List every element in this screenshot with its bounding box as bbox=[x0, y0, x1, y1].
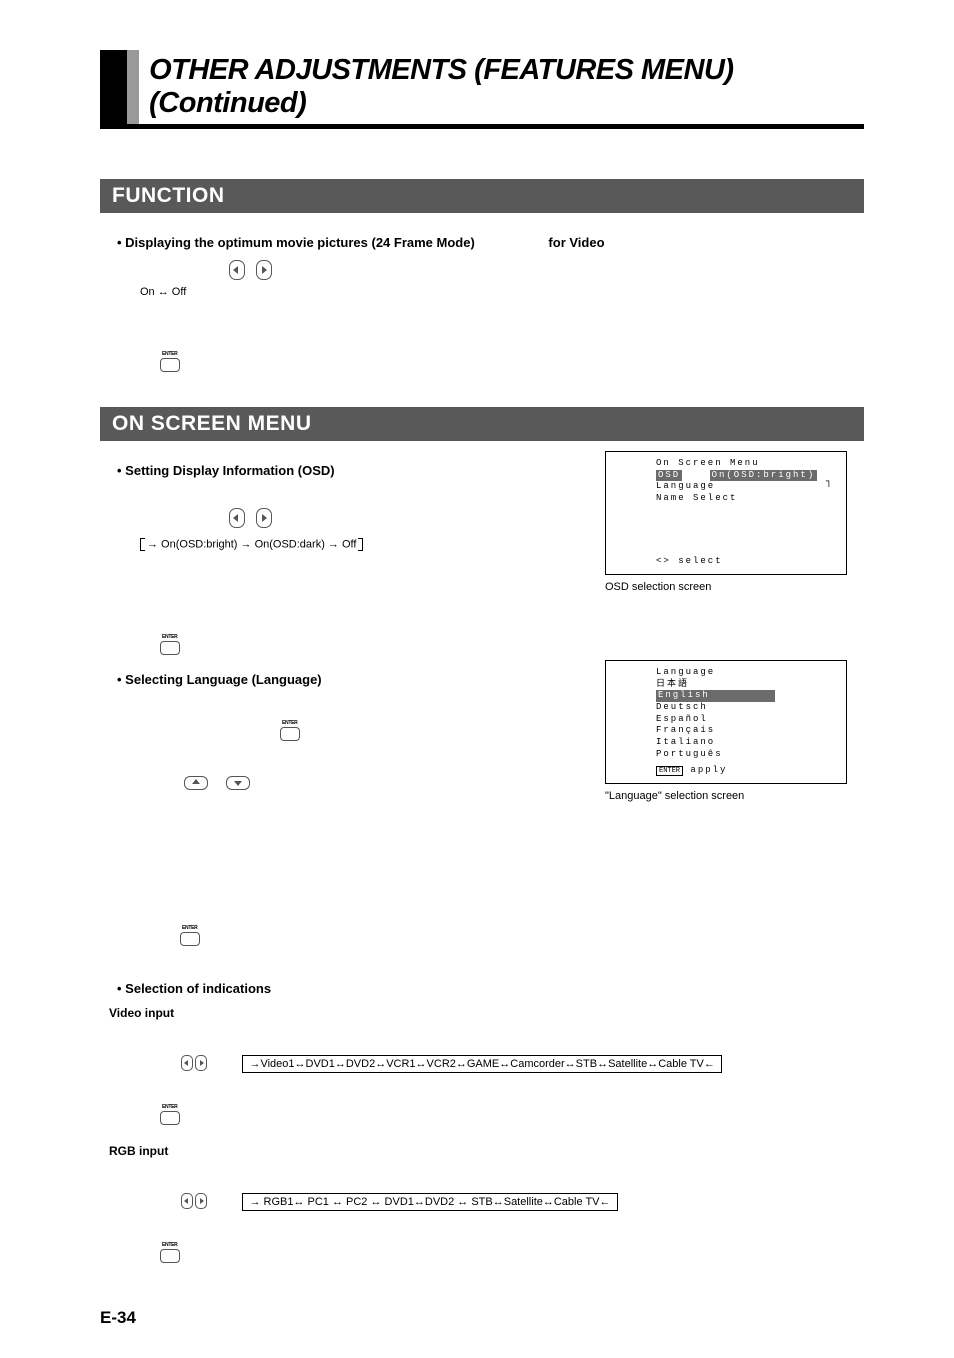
enter-label: ENTER bbox=[162, 351, 177, 357]
osd-row-nameselect: Name Select bbox=[656, 493, 836, 505]
page-title-bar: OTHER ADJUSTMENTS (FEATURES MENU) (Conti… bbox=[100, 50, 864, 129]
bullet-osd: • Setting Display Information (OSD) bbox=[117, 463, 605, 478]
right-arrow-icon bbox=[195, 1055, 207, 1071]
up-arrow-icon bbox=[184, 776, 208, 790]
bullet-24frame-text: • Displaying the optimum movie pictures … bbox=[117, 235, 475, 250]
down-arrow-icon bbox=[226, 776, 250, 790]
right-arrow-icon bbox=[256, 508, 272, 528]
left-arrow-icon bbox=[181, 1055, 193, 1071]
enter-button-icon: ENTER bbox=[160, 1249, 180, 1263]
video-input-cycle: →Video1↔DVD1↔DVD2↔VCR1↔VCR2↔GAME↔Camcord… bbox=[242, 1055, 721, 1073]
enter-button-icon: ENTER bbox=[160, 641, 180, 655]
for-video-label: for Video bbox=[548, 235, 604, 250]
title-grey-block bbox=[127, 50, 139, 124]
language-caption: "Language" selection screen bbox=[605, 790, 859, 802]
right-arrow-icon bbox=[256, 260, 272, 280]
on-off-toggle-label: On ↔ Off bbox=[140, 286, 859, 298]
left-arrow-icon bbox=[229, 260, 245, 280]
enter-button-icon: ENTER bbox=[160, 358, 180, 372]
bullet-language: • Selecting Language (Language) bbox=[117, 672, 605, 687]
enter-button-icon: ENTER bbox=[160, 1111, 180, 1125]
osd-row-language: Language bbox=[656, 481, 836, 493]
osd-screen-title: On Screen Menu bbox=[656, 458, 836, 470]
lang-de: Deutsch bbox=[656, 702, 836, 714]
bullet-indications: • Selection of indications bbox=[117, 981, 859, 996]
lang-pt: Português bbox=[656, 749, 836, 761]
enter-button-icon: ENTER bbox=[180, 932, 200, 946]
section-heading-function: FUNCTION bbox=[100, 179, 864, 213]
osd-row-value: On(OSD:bright) bbox=[710, 470, 818, 482]
rgb-input-heading: RGB input bbox=[109, 1144, 859, 1158]
page-title: OTHER ADJUSTMENTS (FEATURES MENU) (Conti… bbox=[149, 50, 864, 124]
lang-it: Italiano bbox=[656, 737, 836, 749]
osd-bottom-hint: <> select bbox=[656, 556, 723, 568]
title-black-block bbox=[100, 50, 127, 124]
enter-label: ENTER bbox=[162, 1104, 177, 1110]
osd-cycle-text: → On(OSD:bright) → On(OSD:dark) → Off bbox=[147, 538, 356, 550]
enter-label: ENTER bbox=[162, 1242, 177, 1248]
lang-jp: 日本語 bbox=[656, 679, 836, 691]
language-selection-screen: Language 日本語 English Deutsch Español Fra… bbox=[605, 660, 847, 784]
lang-screen-title: Language bbox=[656, 667, 836, 679]
lang-es: Español bbox=[656, 714, 836, 726]
rgb-input-cycle: → RGB1↔ PC1 ↔ PC2 ↔ DVD1↔DVD2 ↔ STB↔Sate… bbox=[242, 1193, 617, 1211]
enter-icon-small: ENTER bbox=[656, 766, 683, 776]
enter-label: ENTER bbox=[182, 925, 197, 931]
osd-row-osd: OSD bbox=[656, 470, 682, 482]
bullet-24frame: • Displaying the optimum movie pictures … bbox=[117, 235, 859, 250]
page-number: E-34 bbox=[100, 1308, 864, 1328]
osd-selection-screen: On Screen Menu OSD On(OSD:bright) Langua… bbox=[605, 451, 847, 575]
lang-fr: Français bbox=[656, 725, 836, 737]
enter-label: ENTER bbox=[162, 634, 177, 640]
lang-en: English bbox=[656, 690, 775, 702]
video-input-heading: Video input bbox=[109, 1006, 859, 1020]
left-arrow-icon bbox=[229, 508, 245, 528]
section-heading-osm: ON SCREEN MENU bbox=[100, 407, 864, 441]
left-arrow-icon bbox=[181, 1193, 193, 1209]
enter-label: ENTER bbox=[282, 720, 297, 726]
right-arrow-icon bbox=[195, 1193, 207, 1209]
lang-bottom-hint: apply bbox=[690, 765, 727, 775]
enter-button-icon: ENTER bbox=[280, 727, 300, 741]
corner-arrow-icon: ┐ bbox=[826, 476, 834, 489]
osd-cycle-options: → On(OSD:bright) → On(OSD:dark) → Off bbox=[140, 538, 605, 551]
osd-caption: OSD selection screen bbox=[605, 581, 859, 593]
